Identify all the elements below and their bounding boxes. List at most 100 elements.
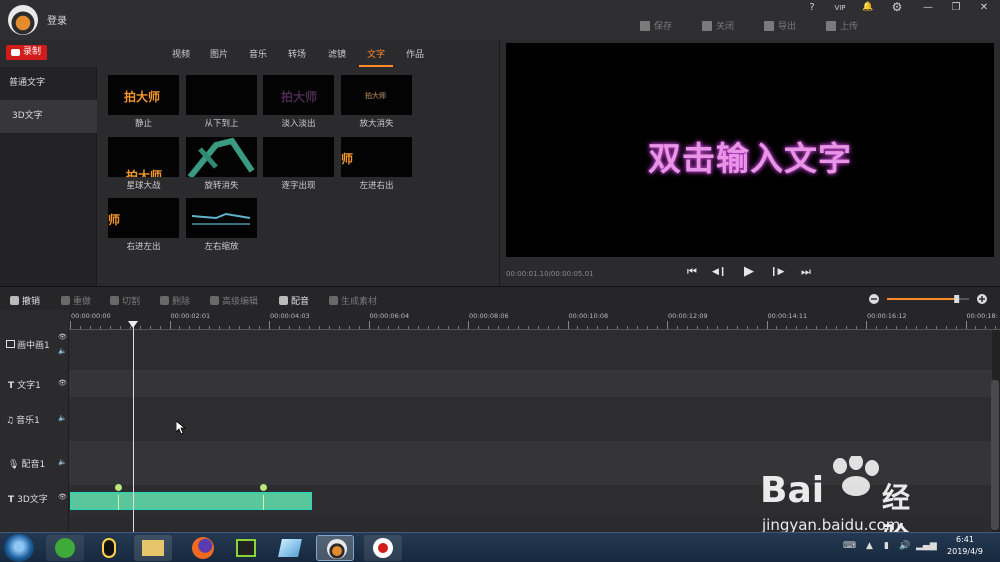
speaker-icon[interactable]: 🔈 <box>58 347 67 355</box>
qq-penguin-icon <box>102 538 116 558</box>
play-button[interactable]: ▶ <box>742 265 756 279</box>
ruler-minor-tick <box>736 326 738 329</box>
speaker-icon[interactable]: 🔈 <box>58 414 67 422</box>
skip-end-button[interactable]: ⏭ <box>799 265 813 279</box>
cut-button[interactable]: 切割 <box>110 294 140 307</box>
bell-icon[interactable]: 🔔 <box>859 2 877 12</box>
effect-thumbnail-fade[interactable]: 拍大师 <box>263 75 334 115</box>
tab-transition[interactable]: 转场 <box>288 47 306 60</box>
close-window-button[interactable]: ✕ <box>975 2 993 13</box>
video-preview[interactable]: 双击输入文字 <box>506 43 994 257</box>
advanced-edit-button[interactable]: 高级编辑 <box>210 294 258 307</box>
timeline-ruler[interactable]: 00:00:00:00 00:00:02:01 00:00:04:03 00:00:0… <box>69 310 1000 330</box>
ruler-minor-tick <box>348 326 350 329</box>
record-button[interactable]: 录制 <box>6 45 47 60</box>
zoom-control[interactable] <box>866 291 994 307</box>
taskbar-app-qq[interactable] <box>90 535 128 561</box>
scrollbar-thumb[interactable] <box>991 380 999 530</box>
tray-expand-icon[interactable]: ▲ <box>866 541 873 551</box>
ruler-minor-tick <box>199 326 201 329</box>
taskbar-app-paidashi[interactable] <box>316 535 354 561</box>
taskbar-app-refresh[interactable] <box>46 535 84 561</box>
minimize-button[interactable]: — <box>919 2 937 13</box>
ruler-minor-tick <box>826 326 828 329</box>
effect-thumbnail-bottom-up[interactable] <box>186 75 257 115</box>
ruler-tick-label: 00:00:06:04 <box>369 312 410 320</box>
track-row-music[interactable] <box>69 397 992 441</box>
maximize-button[interactable]: ❐ <box>947 2 965 13</box>
step-back-button[interactable]: ◀❙ <box>712 265 726 279</box>
preview-caption[interactable]: 双击输入文字 <box>506 132 994 180</box>
battery-icon[interactable]: ▮ <box>884 541 889 551</box>
gear-icon[interactable]: ⚙ <box>888 0 906 14</box>
taskbar-app-media[interactable] <box>227 535 265 561</box>
step-forward-button[interactable]: ❙▶ <box>770 265 784 279</box>
effect-thumbnail-static[interactable]: 拍大师 <box>108 75 179 115</box>
playhead-handle[interactable] <box>128 321 138 328</box>
tab-filter[interactable]: 滤镜 <box>328 47 346 60</box>
login-link[interactable]: 登录 <box>47 12 67 27</box>
keyframe-handle[interactable] <box>260 484 267 491</box>
ruler-major-tick <box>169 321 171 329</box>
effect-thumbnail-horizontal-scale[interactable] <box>186 198 257 238</box>
tab-works[interactable]: 作品 <box>406 47 424 60</box>
ruler-minor-tick <box>657 326 659 329</box>
redo-label: 重做 <box>73 297 92 307</box>
track-row-pip[interactable] <box>69 330 992 370</box>
redo-button[interactable]: 重做 <box>61 294 91 307</box>
effect-thumbnail-left-in-right-out[interactable]: 师 <box>341 137 412 177</box>
taskbar-app-firefox[interactable] <box>183 535 221 561</box>
ruler-minor-tick <box>637 326 639 329</box>
3d-text-clip[interactable] <box>70 492 312 510</box>
save-button[interactable]: 保存 <box>640 19 672 32</box>
speaker-icon[interactable]: 🔈 <box>58 458 67 466</box>
text-track-icon: T <box>8 495 15 505</box>
tab-image[interactable]: 图片 <box>210 47 228 60</box>
upload-button[interactable]: 上传 <box>826 19 858 32</box>
effect-thumbnail-char-by-char[interactable] <box>263 137 334 177</box>
tab-music[interactable]: 音乐 <box>249 47 267 60</box>
ruler-minor-tick <box>756 326 758 329</box>
eye-icon[interactable]: 👁 <box>58 333 67 341</box>
close-project-button[interactable]: 关闭 <box>702 19 734 32</box>
sidebar-item-3d-text[interactable]: 3D文字 <box>0 100 97 133</box>
sidebar-item-plain-text[interactable]: 普通文字 <box>0 67 97 100</box>
ruler-minor-tick <box>537 326 539 329</box>
zoom-slider-handle[interactable] <box>954 295 960 303</box>
eye-icon[interactable]: 👁 <box>58 379 67 387</box>
keyframe-handle[interactable] <box>115 484 122 491</box>
tab-text[interactable]: 文字 <box>367 47 385 60</box>
ruler-minor-tick <box>945 326 947 329</box>
ruler-minor-tick <box>89 326 91 329</box>
undo-button[interactable]: 撤销 <box>10 294 40 307</box>
ruler-minor-tick <box>597 326 599 329</box>
watermark-brand: Bai <box>760 470 825 511</box>
effect-thumbnail-right-in-left-out[interactable]: 师 <box>108 198 179 238</box>
export-button[interactable]: 导出 <box>764 19 796 32</box>
export-label: 导出 <box>778 22 797 32</box>
start-button[interactable] <box>4 534 34 562</box>
voiceover-button[interactable]: 配音 <box>279 294 309 307</box>
volume-icon[interactable]: 🔊 <box>899 541 910 551</box>
ruler-minor-tick <box>209 326 211 329</box>
vip-icon[interactable]: VIP <box>831 4 849 12</box>
effect-thumbnail-zoom-out[interactable]: 拍大师 <box>341 75 412 115</box>
rotate-effect-graphic <box>187 137 255 177</box>
generate-asset-button[interactable]: 生成素材 <box>329 294 377 307</box>
effect-thumbnail-star-wars[interactable]: 拍大师 <box>108 137 179 177</box>
network-icon[interactable]: ▂▄▆ <box>916 541 937 551</box>
skip-start-button[interactable]: ⏮ <box>685 265 699 279</box>
eye-icon[interactable]: 👁 <box>58 493 67 501</box>
taskbar-app-explorer[interactable] <box>134 535 172 561</box>
system-clock[interactable]: 6:41 2019/4/9 <box>935 534 995 558</box>
taskbar-app-recorder[interactable] <box>364 535 402 561</box>
effect-thumbnail-rotate[interactable] <box>186 137 257 177</box>
track-row-text[interactable] <box>69 370 992 397</box>
playhead-line[interactable] <box>133 322 134 532</box>
tab-video[interactable]: 视频 <box>172 47 190 60</box>
ruler-major-tick <box>667 321 668 329</box>
keyboard-icon[interactable]: ⌨ <box>843 541 856 551</box>
delete-button[interactable]: 删除 <box>160 294 190 307</box>
taskbar-app-notes[interactable] <box>271 535 309 561</box>
help-button[interactable]: ? <box>803 2 821 13</box>
